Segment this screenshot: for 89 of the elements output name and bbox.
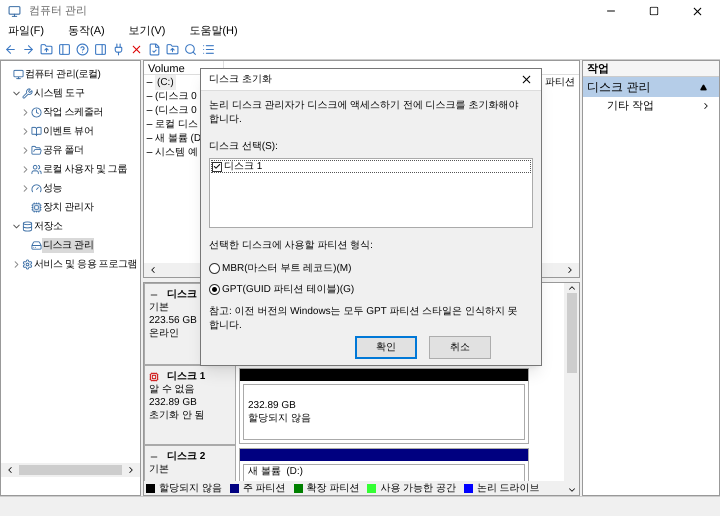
plug-icon[interactable] bbox=[112, 43, 125, 56]
folder-icon bbox=[31, 145, 42, 156]
disk-status: 초기화 안 됨 bbox=[149, 409, 205, 422]
legend-label: 할당되지 않음 bbox=[159, 482, 222, 496]
cancel-button[interactable]: 취소 bbox=[429, 336, 491, 359]
disk-name: 디스크 1 bbox=[167, 370, 206, 383]
radio-button[interactable] bbox=[209, 263, 220, 274]
dialog-message: 논리 디스크 관리자가 디스크에 액세스하기 전에 디스크를 초기화해야 합니다. bbox=[209, 99, 520, 127]
gear-icon bbox=[22, 259, 33, 270]
partition-label: 할당되지 않음 bbox=[248, 412, 312, 425]
forward-icon[interactable] bbox=[22, 43, 35, 56]
app-icon bbox=[8, 4, 21, 18]
disk-type: 기본 bbox=[149, 301, 169, 314]
action-header[interactable]: 디스크 관리 bbox=[583, 77, 719, 97]
tree-item[interactable]: 장치 관리자 bbox=[42, 200, 94, 215]
close-icon[interactable] bbox=[691, 4, 704, 18]
book-icon bbox=[31, 126, 42, 137]
disk-name: 디스크 bbox=[167, 288, 197, 301]
disk-type: 기본 bbox=[149, 463, 169, 476]
database-icon bbox=[22, 221, 33, 232]
legend-label: 주 파티션 bbox=[242, 482, 286, 496]
ok-button[interactable]: 확인 bbox=[355, 336, 417, 359]
back-icon[interactable] bbox=[4, 43, 17, 56]
tree-item[interactable]: 이벤트 뷰어 bbox=[42, 124, 94, 139]
collapse-icon[interactable] bbox=[700, 84, 707, 90]
radio-label[interactable]: MBR(마스터 부트 레코드)(M) bbox=[222, 261, 352, 276]
search-icon[interactable] bbox=[184, 43, 197, 56]
list-icon[interactable] bbox=[202, 43, 215, 56]
monitor-icon bbox=[13, 69, 24, 80]
folder-up-icon[interactable] bbox=[166, 43, 179, 56]
actions-title: 작업 bbox=[583, 61, 719, 77]
partition[interactable]: 232.89 GB 할당되지 않음 bbox=[239, 368, 529, 444]
chip-icon bbox=[31, 202, 42, 213]
panel-icon[interactable] bbox=[58, 43, 71, 56]
list-item[interactable]: (디스크 0 bbox=[155, 102, 197, 118]
scrollbar[interactable] bbox=[564, 283, 579, 495]
menu-item[interactable]: 보기(V) bbox=[124, 22, 170, 40]
scrollbar[interactable] bbox=[1, 463, 140, 477]
action-item[interactable]: 기타 작업 bbox=[583, 97, 719, 115]
gauge-icon bbox=[31, 183, 42, 194]
list-item[interactable]: 로컬 디스 bbox=[155, 116, 198, 132]
tree-item[interactable]: 성능 bbox=[42, 181, 64, 196]
disk-info[interactable]: 디스크 1 알 수 없음 232.89 GB 초기화 안 됨 bbox=[144, 365, 236, 445]
disk-info[interactable]: 디스크 2 기본 bbox=[144, 445, 236, 481]
close-icon[interactable] bbox=[520, 73, 533, 86]
tree-item[interactable]: 작업 스케줄러 bbox=[42, 105, 104, 120]
disk-size: 232.89 GB bbox=[149, 396, 197, 409]
legend-label: 사용 가능한 공간 bbox=[380, 482, 456, 496]
legend-label: 확장 파티션 bbox=[306, 482, 360, 496]
tree-item[interactable]: 시스템 도구 bbox=[33, 86, 86, 101]
disk-type: 알 수 없음 bbox=[149, 383, 195, 396]
help-icon[interactable] bbox=[76, 43, 89, 56]
partition-size: 232.89 GB bbox=[248, 399, 297, 412]
folder-up-icon[interactable] bbox=[40, 43, 53, 56]
disk-list-item[interactable]: 디스크 1 bbox=[211, 160, 531, 173]
list-item[interactable]: (C:) bbox=[155, 74, 176, 90]
wrench-icon bbox=[22, 88, 33, 99]
table-cell-text: 파티션 bbox=[545, 76, 575, 90]
dialog-title: 디스크 초기화 bbox=[209, 73, 273, 87]
window-title: 컴퓨터 관리 bbox=[29, 4, 88, 19]
users-icon bbox=[31, 164, 42, 175]
disk-status: 온라인 bbox=[149, 327, 179, 340]
scroll-thumb[interactable] bbox=[566, 293, 576, 373]
tree-item[interactable]: 공유 폴더 bbox=[42, 143, 85, 158]
disk-name: 디스크 2 bbox=[167, 450, 206, 463]
menu-item[interactable]: 파일(F) bbox=[4, 22, 48, 40]
radio-button[interactable] bbox=[209, 284, 220, 295]
panel-icon[interactable] bbox=[94, 43, 107, 56]
checkbox[interactable] bbox=[212, 162, 222, 172]
list-item[interactable]: 시스템 예 bbox=[155, 144, 198, 160]
list-item[interactable]: (디스크 0 bbox=[155, 88, 197, 104]
tree-item[interactable]: 컴퓨터 관리(로컬) bbox=[24, 67, 102, 82]
tree-item[interactable]: 서비스 및 응용 프로그램 bbox=[33, 257, 138, 272]
delete-icon[interactable] bbox=[130, 43, 143, 56]
partition-label: 새 볼륨 (D:) bbox=[248, 465, 304, 478]
menu-item[interactable]: 동작(A) bbox=[64, 22, 109, 40]
clock-icon bbox=[31, 107, 42, 118]
document-icon[interactable] bbox=[148, 43, 161, 56]
tree-item[interactable]: 디스크 관리 bbox=[42, 238, 94, 253]
tree-item[interactable]: 로컬 사용자 및 그룹 bbox=[42, 162, 128, 177]
menu-item[interactable]: 도움말(H) bbox=[185, 22, 242, 40]
partition-style-label: 선택한 디스크에 사용할 파티션 형식: bbox=[209, 239, 374, 253]
disk-size: 223.56 GB bbox=[149, 314, 197, 327]
maximize-icon[interactable] bbox=[649, 6, 659, 16]
tree-item[interactable]: 저장소 bbox=[33, 219, 64, 234]
drive-icon bbox=[31, 240, 42, 251]
disk-select-label: 디스크 선택(S): bbox=[209, 140, 279, 154]
disk-label: 디스크 1 bbox=[224, 160, 262, 174]
legend-label: 논리 드라이브 bbox=[476, 482, 540, 496]
